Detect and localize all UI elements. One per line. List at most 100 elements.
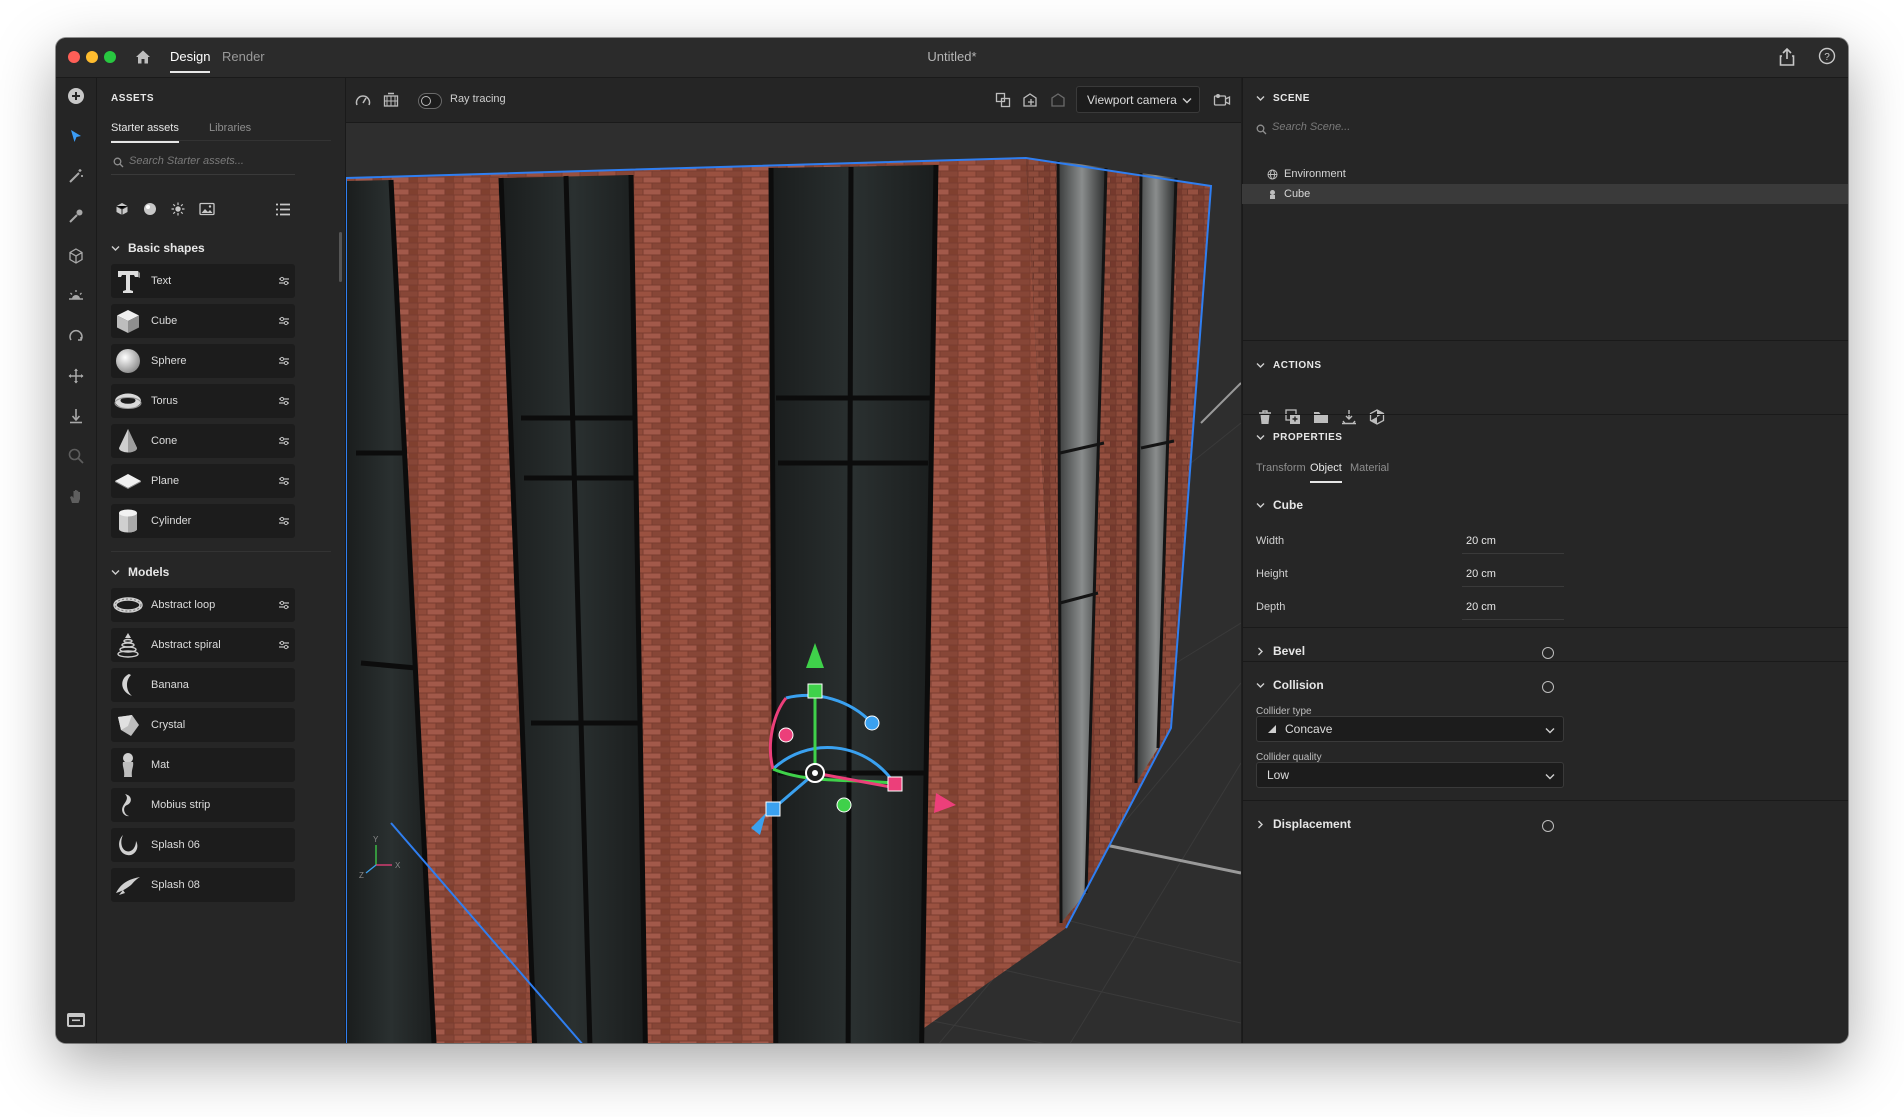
bevel-toggle[interactable] (1542, 647, 1554, 659)
displacement-toggle[interactable] (1542, 820, 1554, 832)
collider-type-select[interactable]: Concave (1256, 716, 1564, 742)
panel-toggle-icon[interactable] (64, 1008, 88, 1032)
share-icon[interactable] (1778, 47, 1796, 72)
text-shape-thumbnail (111, 264, 145, 298)
basic-shapes-header[interactable]: Basic shapes (111, 241, 205, 255)
asset-item-abstract-spiral[interactable]: Abstract spiral (111, 628, 295, 662)
help-icon[interactable]: ? (1818, 47, 1836, 70)
move-icon[interactable] (64, 364, 88, 388)
image-filter-icon[interactable] (199, 202, 215, 221)
displacement-header[interactable]: Displacement (1256, 817, 1351, 831)
cube-outline-icon[interactable] (64, 244, 88, 268)
drop-icon[interactable] (1338, 406, 1360, 428)
assets-search-input[interactable]: Search Starter assets... (129, 155, 244, 167)
duplicate-icon[interactable] (1282, 406, 1304, 428)
magic-wand-icon[interactable] (64, 164, 88, 188)
render-settings-icon[interactable] (379, 88, 403, 112)
depth-field[interactable]: 20 cm (1466, 595, 1564, 619)
asset-item-crystal[interactable]: Crystal (111, 708, 295, 742)
camera-settings-icon[interactable] (1210, 88, 1234, 112)
model-filter-icon[interactable] (115, 202, 129, 221)
tab-object[interactable]: Object (1310, 462, 1342, 483)
zoom-icon[interactable] (64, 444, 88, 468)
scene-item-environment[interactable]: Environment (1242, 164, 1848, 184)
properties-title: PROPERTIES (1273, 432, 1343, 443)
sliders-icon[interactable] (273, 504, 295, 538)
assets-search-field[interactable]: Search Starter assets... (111, 150, 295, 175)
camera-reset-icon[interactable] (1046, 88, 1070, 112)
frame-selection-icon[interactable] (991, 88, 1015, 112)
group-icon[interactable] (1310, 406, 1332, 428)
asset-item-mat[interactable]: Mat (111, 748, 295, 782)
scene-item-cube[interactable]: Cube (1242, 184, 1848, 204)
collider-quality-select[interactable]: Low (1256, 762, 1564, 788)
asset-item-plane[interactable]: Plane (111, 464, 295, 498)
models-header[interactable]: Models (111, 565, 169, 579)
eyedropper-icon[interactable] (64, 204, 88, 228)
cube-properties-header[interactable]: Cube (1256, 498, 1303, 512)
tab-libraries[interactable]: Libraries (209, 122, 251, 134)
asset-item-text[interactable]: Text (111, 264, 295, 298)
assets-scrollbar[interactable] (339, 232, 342, 282)
asset-item-mobius-strip[interactable]: Mobius strip (111, 788, 295, 822)
sliders-icon[interactable] (273, 464, 295, 498)
ray-tracing-toggle[interactable] (418, 93, 442, 109)
add-icon[interactable] (64, 84, 88, 108)
material-filter-icon[interactable] (143, 202, 157, 221)
asset-item-sphere[interactable]: Sphere (111, 344, 295, 378)
actions-header[interactable]: ACTIONS (1256, 360, 1322, 371)
banana-thumbnail (111, 668, 145, 702)
list-view-icon[interactable] (275, 203, 291, 221)
sliders-icon[interactable] (273, 384, 295, 418)
hand-icon[interactable] (64, 484, 88, 508)
axis-label-y: Y (373, 835, 379, 844)
chevron-down-icon (1256, 96, 1265, 101)
asset-item-splash-08[interactable]: Splash 08 (111, 868, 295, 902)
width-field[interactable]: 20 cm (1466, 529, 1564, 553)
chevron-down-icon (1256, 435, 1265, 440)
sliders-icon[interactable] (273, 264, 295, 298)
orbit-icon[interactable] (64, 324, 88, 348)
asset-item-banana[interactable]: Banana (111, 668, 295, 702)
collision-header[interactable]: Collision (1256, 678, 1324, 692)
mobius-strip-thumbnail (111, 788, 145, 822)
tab-transform[interactable]: Transform (1256, 462, 1306, 474)
light-filter-icon[interactable] (171, 202, 185, 221)
bevel-header[interactable]: Bevel (1256, 644, 1305, 658)
collision-label: Collision (1273, 678, 1324, 692)
drop-to-ground-icon[interactable] (64, 404, 88, 428)
sliders-icon[interactable] (273, 588, 295, 622)
viewport[interactable]: Ray tracing Viewport camera Y X Z (346, 78, 1241, 1043)
select-icon[interactable] (64, 124, 88, 148)
camera-bookmark-icon[interactable] (1018, 88, 1042, 112)
tab-material[interactable]: Material (1350, 462, 1389, 474)
asset-item-cone[interactable]: Cone (111, 424, 295, 458)
delete-icon[interactable] (1254, 406, 1276, 428)
scene-search-input[interactable]: Search Scene... (1272, 121, 1350, 133)
properties-header[interactable]: PROPERTIES (1256, 432, 1342, 443)
sliders-icon[interactable] (273, 304, 295, 338)
convert-icon[interactable] (1366, 406, 1388, 428)
asset-label: Abstract spiral (151, 639, 221, 651)
panel-divider (1242, 78, 1243, 1043)
sliders-icon[interactable] (273, 424, 295, 458)
models-title: Models (128, 565, 170, 579)
scene-header[interactable]: SCENE (1256, 93, 1310, 104)
assets-panel: ASSETS Starter assets Libraries Search S… (97, 78, 346, 1043)
asset-item-cylinder[interactable]: Cylinder (111, 504, 295, 538)
asset-item-torus[interactable]: Torus (111, 384, 295, 418)
asset-item-abstract-loop[interactable]: Abstract loop (111, 588, 295, 622)
field-underline (1462, 619, 1564, 620)
asset-label: Plane (151, 475, 180, 487)
camera-select[interactable]: Viewport camera (1076, 86, 1200, 113)
sliders-icon[interactable] (273, 628, 295, 662)
tab-starter-assets[interactable]: Starter assets (111, 122, 179, 143)
sliders-icon[interactable] (273, 344, 295, 378)
collision-toggle[interactable] (1542, 681, 1554, 693)
asset-item-cube[interactable]: Cube (111, 304, 295, 338)
asset-item-splash-06[interactable]: Splash 06 (111, 828, 295, 862)
height-field[interactable]: 20 cm (1466, 562, 1564, 586)
horizon-icon[interactable] (64, 284, 88, 308)
gauge-icon[interactable] (351, 88, 375, 112)
3d-scene[interactable]: Y X Z (346, 123, 1241, 1043)
